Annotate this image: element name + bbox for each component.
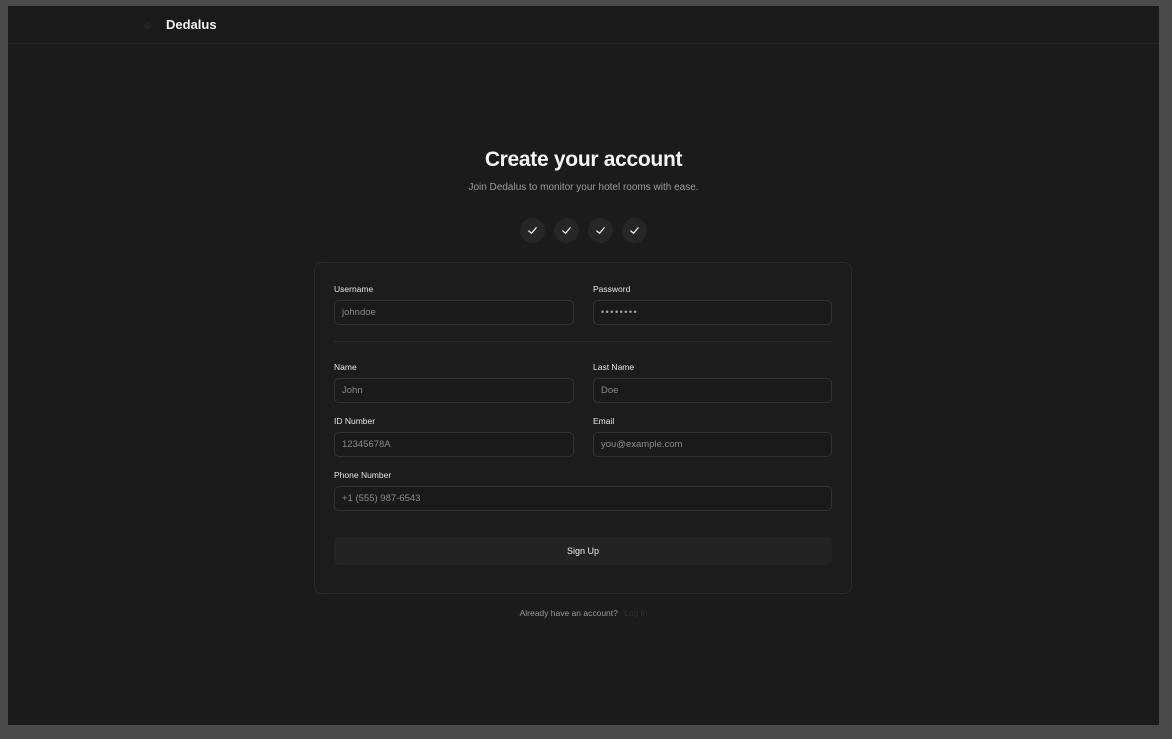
page-subtitle: Join Dedalus to monitor your hotel rooms… <box>468 182 699 193</box>
sign-up-button[interactable]: Sign Up <box>334 537 832 565</box>
check-icon <box>562 227 571 234</box>
phone-field-group: Phone Number +1 (555) 987-6543 <box>334 470 832 511</box>
phone-label: Phone Number <box>334 470 392 480</box>
login-prompt-text: Already have an account? <box>519 608 618 618</box>
email-input[interactable]: you@example.com <box>593 432 832 457</box>
id-number-field-group: ID Number 12345678A <box>334 416 574 457</box>
login-link[interactable]: Log in <box>624 608 647 618</box>
check-icon <box>528 227 537 234</box>
email-label: Email <box>593 416 615 426</box>
email-field-group: Email you@example.com <box>593 416 832 457</box>
password-label: Password <box>593 284 631 294</box>
username-input[interactable]: johndoe <box>334 300 574 325</box>
name-label: Name <box>334 362 357 372</box>
last-name-field-group: Last Name Doe <box>593 362 832 403</box>
logo-icon: ◆ <box>143 18 153 32</box>
check-icon <box>596 227 605 234</box>
top-bar: ◆ Dedalus <box>8 6 1159 44</box>
signup-form-card: Username johndoe Password •••••••• Name … <box>314 262 852 594</box>
login-prompt: Already have an account? Log in <box>8 608 1159 618</box>
password-field-group: Password •••••••• <box>593 284 832 325</box>
username-field-group: Username johndoe <box>334 284 574 325</box>
step-2 <box>554 218 579 243</box>
check-icon <box>630 227 639 234</box>
step-3 <box>588 218 613 243</box>
username-label: Username <box>334 284 374 294</box>
last-name-label: Last Name <box>593 362 635 372</box>
app-window: ◆ Dedalus Create your account Join Dedal… <box>8 6 1159 725</box>
password-input[interactable]: •••••••• <box>593 300 832 325</box>
id-number-label: ID Number <box>334 416 376 426</box>
step-indicator <box>520 218 647 243</box>
section-divider <box>334 341 832 342</box>
step-1 <box>520 218 545 243</box>
name-input[interactable]: John <box>334 378 574 403</box>
page-title: Create your account <box>484 148 683 171</box>
step-4 <box>622 218 647 243</box>
last-name-input[interactable]: Doe <box>593 378 832 403</box>
phone-input[interactable]: +1 (555) 987-6543 <box>334 486 832 511</box>
name-field-group: Name John <box>334 362 574 403</box>
brand-name: Dedalus <box>166 17 217 32</box>
id-number-input[interactable]: 12345678A <box>334 432 574 457</box>
